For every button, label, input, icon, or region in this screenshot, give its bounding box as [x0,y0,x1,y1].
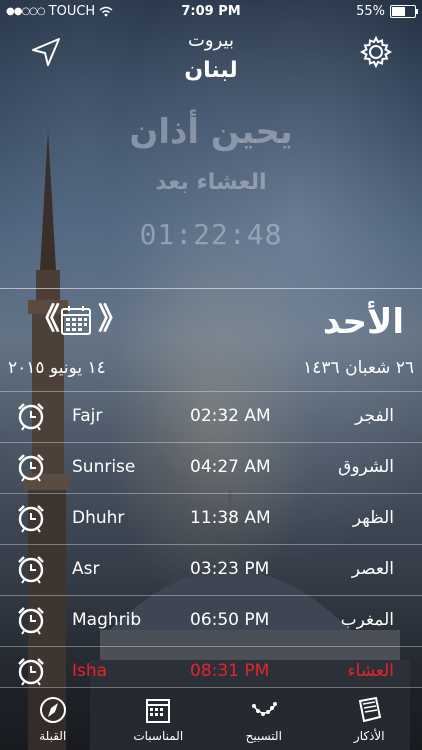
prayer-beads-icon [251,702,277,716]
weekday-name: الأحد [322,302,404,342]
alarm-clock-icon[interactable] [16,401,46,431]
tab-label: الأذكار [353,729,385,743]
prayer-name-ar: المغرب [340,610,394,630]
book-icon [359,696,382,723]
tab-label: المناسبات [133,729,184,743]
settings-button[interactable] [358,34,394,70]
prayer-name-ar: الشروق [338,457,394,477]
prayer-row-sunrise[interactable]: Sunrise 04:27 AM الشروق [0,442,422,493]
alarm-clock-icon[interactable] [16,452,46,482]
hijri-date: ٢٦ شعبان ١٤٣٦ [303,358,414,378]
tab-bar: القبلة المناسبات التسبيح الأذكار [0,687,422,750]
prayer-name-en: Sunrise [72,457,136,477]
gear-icon [359,35,393,69]
tab-adhkar[interactable]: الأذكار [319,695,419,743]
alarm-clock-icon[interactable] [16,554,46,584]
alarm-clock-icon[interactable] [16,503,46,533]
prayer-time: 08:31 PM [190,661,270,681]
calendar-icon [146,699,171,723]
prayer-name-ar: الظهر [352,508,394,528]
tab-label: القبلة [39,729,67,743]
tab-label: التسبيح [245,729,282,743]
prayer-name-en: Maghrib [72,610,142,630]
battery-percent: 55% [356,4,385,19]
prayer-time: 04:27 AM [190,457,271,477]
alarm-clock-icon[interactable] [16,656,46,686]
prayer-time: 02:32 AM [190,406,271,426]
prayer-time: 11:38 AM [190,508,271,528]
prayer-times-list: Fajr 02:32 AM الفجر Sunrise 04:27 AM الش… [0,391,422,697]
calendar-button[interactable] [60,304,92,336]
previous-day-button[interactable]: 《 [30,305,60,335]
compass-icon [39,697,66,723]
status-bar: ●●○○○ TOUCH 7:09 PM 55% [0,0,422,24]
next-prayer-name: العشاء بعد [155,170,267,195]
prayer-name-en: Asr [72,559,100,579]
prayer-time: 03:23 PM [190,559,270,579]
prayer-name-en: Fajr [72,406,103,426]
prayer-row-asr[interactable]: Asr 03:23 PM العصر [0,544,422,595]
tab-tasbih[interactable]: التسبيح [214,695,314,743]
next-prayer-title: يحين أذان [129,112,293,152]
divider [0,288,422,289]
prayer-time: 06:50 PM [190,610,270,630]
next-day-button[interactable]: 》 [98,305,128,335]
battery-icon [390,5,418,18]
prayer-name-ar: الفجر [355,406,394,426]
alarm-clock-icon[interactable] [16,605,46,635]
prayer-row-maghrib[interactable]: Maghrib 06:50 PM المغرب [0,595,422,646]
day-navigation: 《 》 [30,304,128,336]
prayer-name-en: Dhuhr [72,508,125,528]
prayer-name-ar: العشاء [347,661,394,681]
tab-events[interactable]: المناسبات [108,695,208,743]
prayer-row-dhuhr[interactable]: Dhuhr 11:38 AM الظهر [0,493,422,544]
tab-qibla[interactable]: القبلة [3,695,103,743]
prayer-name-ar: العصر [351,559,394,579]
prayer-name-en: Isha [72,661,108,681]
gregorian-date: ١٤ يونيو ٢٠١٥ [8,358,106,378]
prayer-row-fajr[interactable]: Fajr 02:32 AM الفجر [0,391,422,442]
countdown-timer: 01:22:48 [139,218,283,251]
